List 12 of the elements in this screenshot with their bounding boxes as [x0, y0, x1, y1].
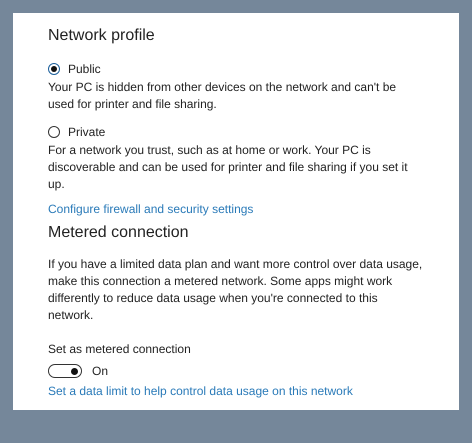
section-title: Network profile: [48, 27, 156, 45]
toggle-state: On: [92, 364, 108, 378]
settings-link[interactable]: Configure firewall and security settings: [48, 202, 254, 216]
option-description: For a network you trust, such as at home or work. Your PC is discoverable and can be used for printer and file sharing if you set it up.: [48, 142, 409, 193]
option-description: Your PC is hidden from other devices on the network and can't be used for printer and file sharing.: [48, 79, 398, 113]
section-title: Metered connection: [48, 224, 190, 242]
toggle-switch[interactable]: [48, 364, 82, 378]
radio-button[interactable]: Private: [48, 125, 106, 139]
radio-button[interactable]: Public: [48, 62, 101, 76]
data-limit-link[interactable]: Set a data limit to help control data usage on this network: [48, 384, 353, 398]
section-description: If you have a limited data plan and want more control over data usage, make this connection a metered network. Some apps might work differently to reduce data usage when you're connected to this network.: [48, 256, 424, 324]
toggle-label: Set as metered connection: [48, 342, 192, 356]
